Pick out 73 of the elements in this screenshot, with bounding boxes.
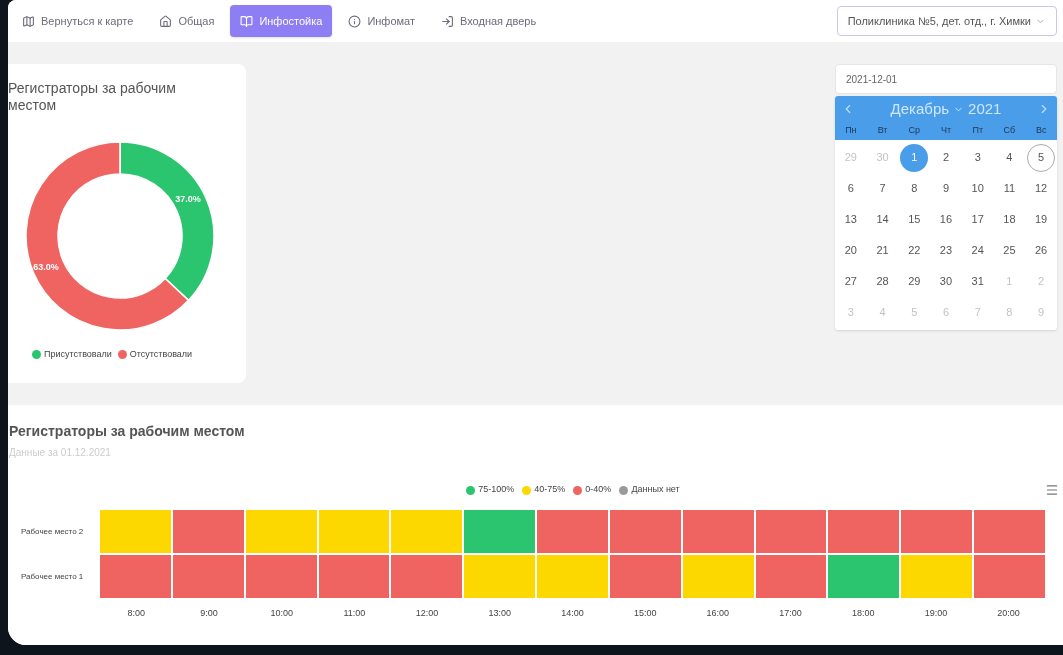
- hour-label: 17:00: [779, 607, 802, 620]
- hour-label: 16:00: [706, 607, 730, 620]
- calendar-day[interactable]: 25: [995, 236, 1024, 265]
- hour-label: 11:00: [343, 607, 366, 620]
- hour-label: 14:00: [561, 607, 584, 620]
- calendar-day[interactable]: 17: [963, 205, 992, 234]
- row-label: Рабочее место 1: [20, 570, 85, 583]
- hour-label: 19:00: [924, 607, 948, 620]
- calendar-day[interactable]: 16: [932, 205, 960, 234]
- calendar-day[interactable]: 2: [932, 143, 960, 172]
- hour-label: 15:00: [633, 607, 657, 620]
- nav-tab[interactable]: Общая: [149, 5, 225, 37]
- calendar-day[interactable]: 22: [900, 236, 929, 265]
- map-icon: [22, 14, 35, 28]
- hour-label: 18:00: [851, 607, 875, 620]
- calendar-day[interactable]: 6: [836, 174, 865, 203]
- weekday-label: Пн: [844, 124, 858, 138]
- slice-label: 63.0%: [33, 262, 59, 272]
- menu-icon[interactable]: [1045, 483, 1059, 497]
- legend-label: Отсутствовали: [129, 348, 193, 361]
- calendar-day[interactable]: 29: [900, 267, 929, 296]
- calendar-day[interactable]: 14: [868, 205, 897, 234]
- hour-label: 9:00: [200, 607, 218, 620]
- calendar-day[interactable]: 9: [932, 174, 960, 203]
- calendar-day[interactable]: 15: [900, 205, 929, 234]
- calendar-day[interactable]: 13: [836, 205, 865, 234]
- legend-label: Данных нет: [631, 483, 680, 497]
- calendar-day[interactable]: 18: [995, 205, 1024, 234]
- weekday-label: Вт: [876, 124, 889, 138]
- calendar-day[interactable]: 31: [963, 267, 992, 296]
- hour-label: 13:00: [488, 607, 512, 620]
- calendar-day[interactable]: 30: [932, 267, 960, 296]
- slice-label: 37.0%: [175, 194, 201, 204]
- nav-tab[interactable]: Вернуться к карте: [12, 5, 144, 37]
- hour-label: 12:00: [415, 607, 439, 620]
- calendar-day[interactable]: 28: [868, 267, 897, 296]
- arrow-into-box-icon: [441, 14, 454, 28]
- info-icon: [348, 14, 362, 28]
- card-title: Регистраторы за рабочим местом: [8, 79, 177, 114]
- legend-label: 0-40%: [585, 483, 612, 497]
- calendar-day[interactable]: 24: [963, 236, 992, 265]
- calendar-day[interactable]: 26: [1027, 236, 1056, 265]
- calendar-day[interactable]: 19: [1027, 205, 1056, 234]
- home-icon: [159, 14, 173, 28]
- weekday-label: Чт: [939, 124, 953, 138]
- calendar-day[interactable]: 21: [868, 236, 897, 265]
- legend-label: 40-75%: [534, 483, 566, 497]
- book-icon: [240, 14, 254, 28]
- nav-tab[interactable]: Инфомат: [338, 5, 425, 37]
- clinic-select[interactable]: Поликлиника №5, дет. отд., г. Химки: [836, 6, 1057, 36]
- calendar-day[interactable]: 27: [836, 267, 865, 296]
- calendar-day[interactable]: 4: [995, 143, 1024, 172]
- calendar-day[interactable]: 11: [995, 174, 1024, 203]
- calendar-day[interactable]: 3: [963, 143, 992, 172]
- calendar-day[interactable]: 10: [963, 174, 992, 203]
- legend-label: 75-100%: [478, 483, 515, 497]
- calendar-day[interactable]: 23: [932, 236, 960, 265]
- weekday-label: Вс: [1034, 124, 1048, 138]
- weekday-label: Ср: [907, 124, 922, 138]
- hour-label: 10:00: [270, 607, 293, 620]
- weekday-label: Сб: [1002, 124, 1017, 138]
- date-field[interactable]: 2021-12-01: [835, 64, 1057, 94]
- legend-label: Присутствовали: [44, 348, 112, 361]
- calendar-day[interactable]: 8: [900, 174, 929, 203]
- row-label: Рабочее место 2: [20, 525, 85, 538]
- calendar-day[interactable]: 12: [1027, 174, 1056, 203]
- calendar-day[interactable]: 7: [868, 174, 897, 203]
- section-title: Регистраторы за рабочим местом: [9, 422, 246, 441]
- calendar-day[interactable]: 20: [836, 236, 865, 265]
- hour-label: 20:00: [997, 607, 1020, 620]
- weekday-label: Пт: [971, 124, 984, 138]
- hour-label: 8:00: [127, 607, 146, 620]
- nav-tab[interactable]: Входная дверь: [431, 5, 547, 37]
